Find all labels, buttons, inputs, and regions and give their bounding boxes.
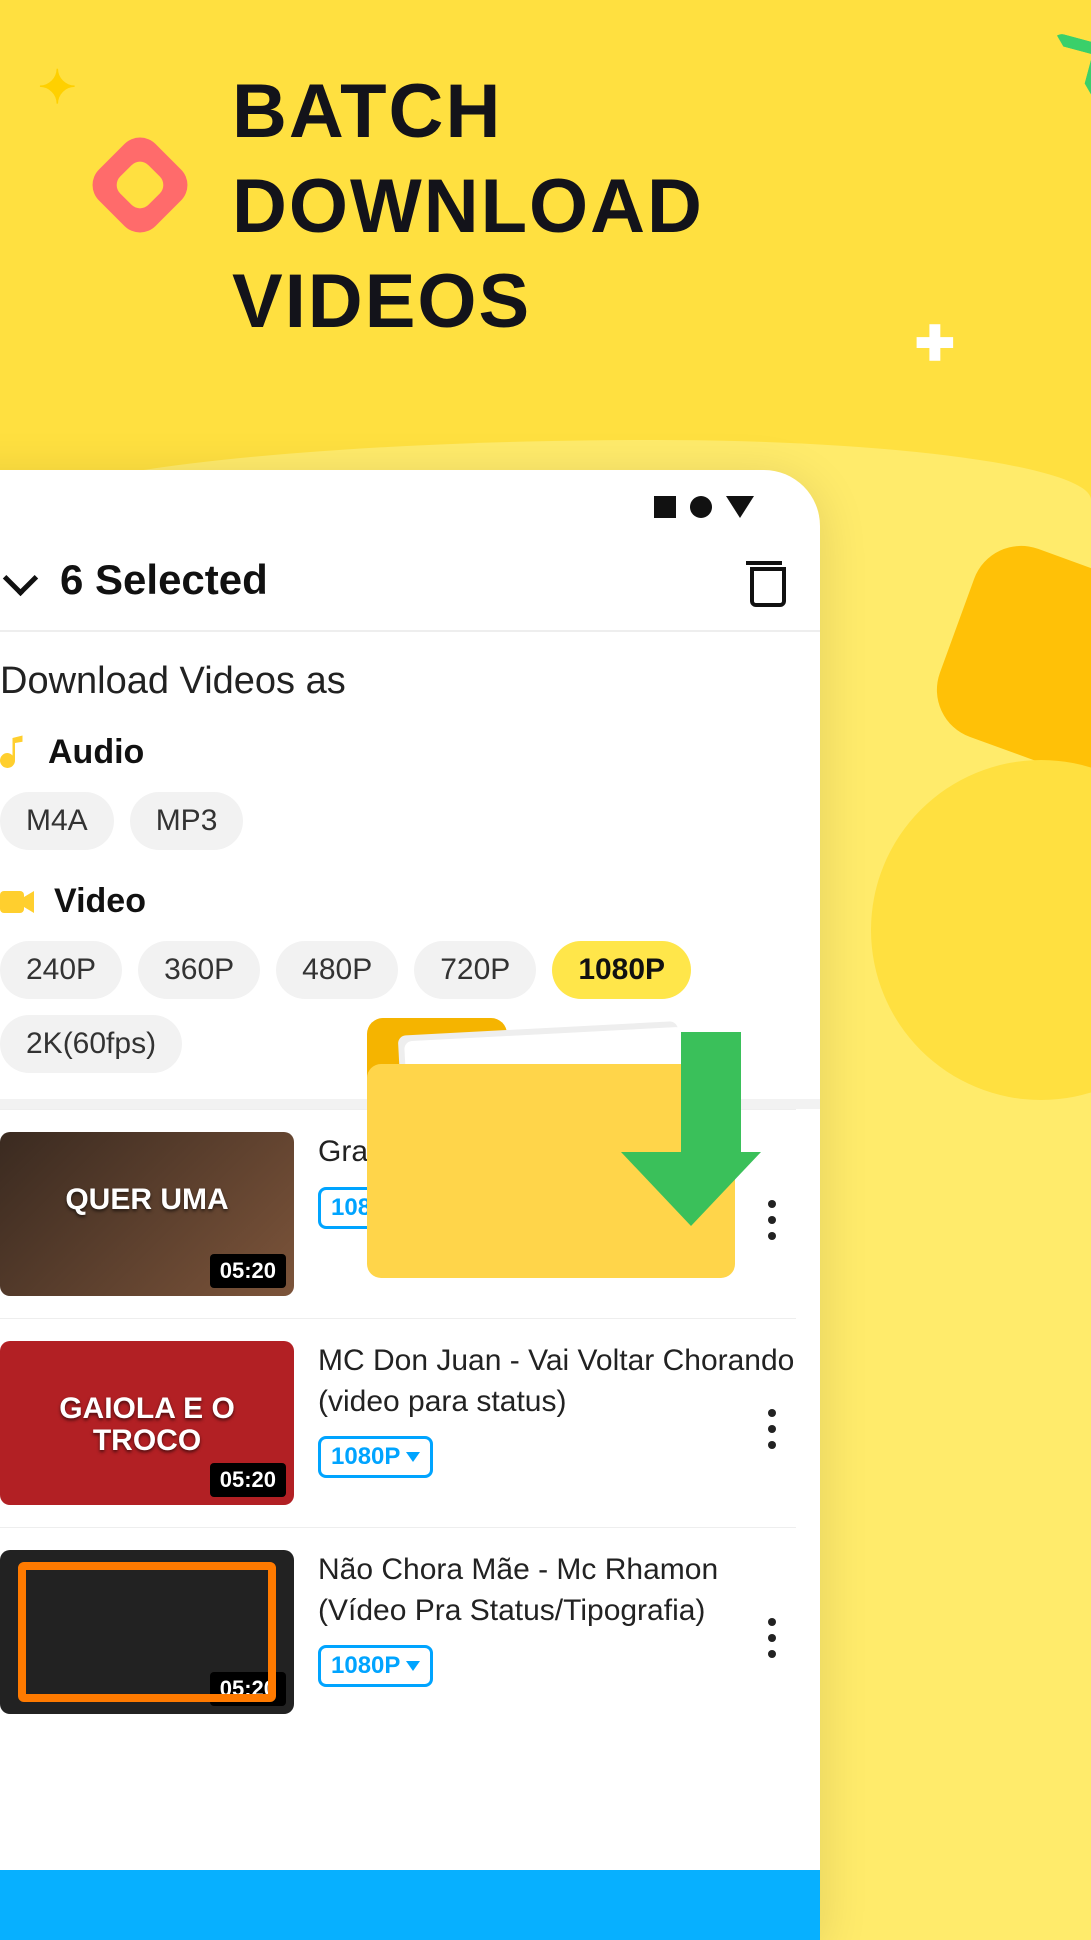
trash-icon[interactable] — [746, 559, 784, 601]
audio-label: Audio — [48, 733, 144, 772]
plus-icon: ✚ — [915, 316, 955, 372]
video-title: MC Don Juan - Vai Voltar Chorando (video… — [318, 1341, 796, 1422]
section-title: Download Videos as — [0, 632, 796, 721]
triangle-icon — [726, 496, 754, 518]
format-480p[interactable]: 480P — [276, 941, 398, 999]
video-row[interactable]: 05:20 Não Chora Mãe - Mc Rhamon (Vídeo P… — [0, 1527, 796, 1736]
quality-label: 1080P — [331, 1443, 400, 1471]
format-2k60[interactable]: 2K(60fps) — [0, 1015, 182, 1073]
plus-icon: ✦ — [38, 60, 77, 114]
thumb-overlay-text: GAIOLA E O TROCO — [0, 1393, 294, 1456]
format-240p[interactable]: 240P — [0, 941, 122, 999]
format-360p[interactable]: 360P — [138, 941, 260, 999]
more-icon[interactable] — [768, 1200, 776, 1240]
video-thumbnail[interactable]: QUER UMA 05:20 — [0, 1132, 294, 1296]
video-thumbnail[interactable]: GAIOLA E O TROCO 05:20 — [0, 1341, 294, 1505]
folder-download-icon — [367, 1018, 735, 1278]
quality-selector[interactable]: 1080P — [318, 1436, 433, 1478]
video-camera-icon — [0, 889, 36, 915]
duration-badge: 05:20 — [210, 1672, 286, 1706]
format-m4a[interactable]: M4A — [0, 792, 114, 850]
status-indicators — [654, 496, 754, 518]
audio-format-pills: M4A MP3 — [0, 784, 796, 870]
chevron-down-icon[interactable] — [0, 560, 40, 600]
selection-header: 6 Selected — [0, 500, 796, 630]
format-720p[interactable]: 720P — [414, 941, 536, 999]
video-meta: Não Chora Mãe - Mc Rhamon (Vídeo Pra Sta… — [318, 1550, 796, 1714]
more-icon[interactable] — [768, 1618, 776, 1658]
video-category: Video — [0, 870, 796, 933]
video-thumbnail[interactable]: 05:20 — [0, 1550, 294, 1714]
square-icon — [654, 496, 676, 518]
video-title: Não Chora Mãe - Mc Rhamon (Vídeo Pra Sta… — [318, 1550, 796, 1631]
video-row[interactable]: GAIOLA E O TROCO 05:20 MC Don Juan - Vai… — [0, 1318, 796, 1527]
video-meta: MC Don Juan - Vai Voltar Chorando (video… — [318, 1341, 796, 1505]
music-note-icon — [0, 735, 30, 771]
duration-badge: 05:20 — [210, 1463, 286, 1497]
duration-badge: 05:20 — [210, 1254, 286, 1288]
video-label: Video — [54, 882, 146, 921]
diamond-icon — [83, 128, 196, 241]
thumb-overlay-text: QUER UMA — [0, 1184, 294, 1216]
circle-icon — [690, 496, 712, 518]
quality-label: 1080P — [331, 1652, 400, 1680]
page-title: BATCH DOWNLOAD VIDEOS — [232, 64, 704, 349]
more-icon[interactable] — [768, 1409, 776, 1449]
format-1080p[interactable]: 1080P — [552, 941, 691, 999]
play-icon — [1041, 32, 1091, 98]
quality-selector[interactable]: 1080P — [318, 1645, 433, 1687]
format-mp3[interactable]: MP3 — [130, 792, 244, 850]
selected-count: 6 Selected — [60, 556, 268, 604]
chevron-down-icon — [406, 1661, 420, 1671]
audio-category: Audio — [0, 721, 796, 784]
start-download-button[interactable] — [0, 1870, 820, 1940]
chevron-down-icon — [406, 1452, 420, 1462]
download-arrow-icon — [661, 1032, 761, 1226]
